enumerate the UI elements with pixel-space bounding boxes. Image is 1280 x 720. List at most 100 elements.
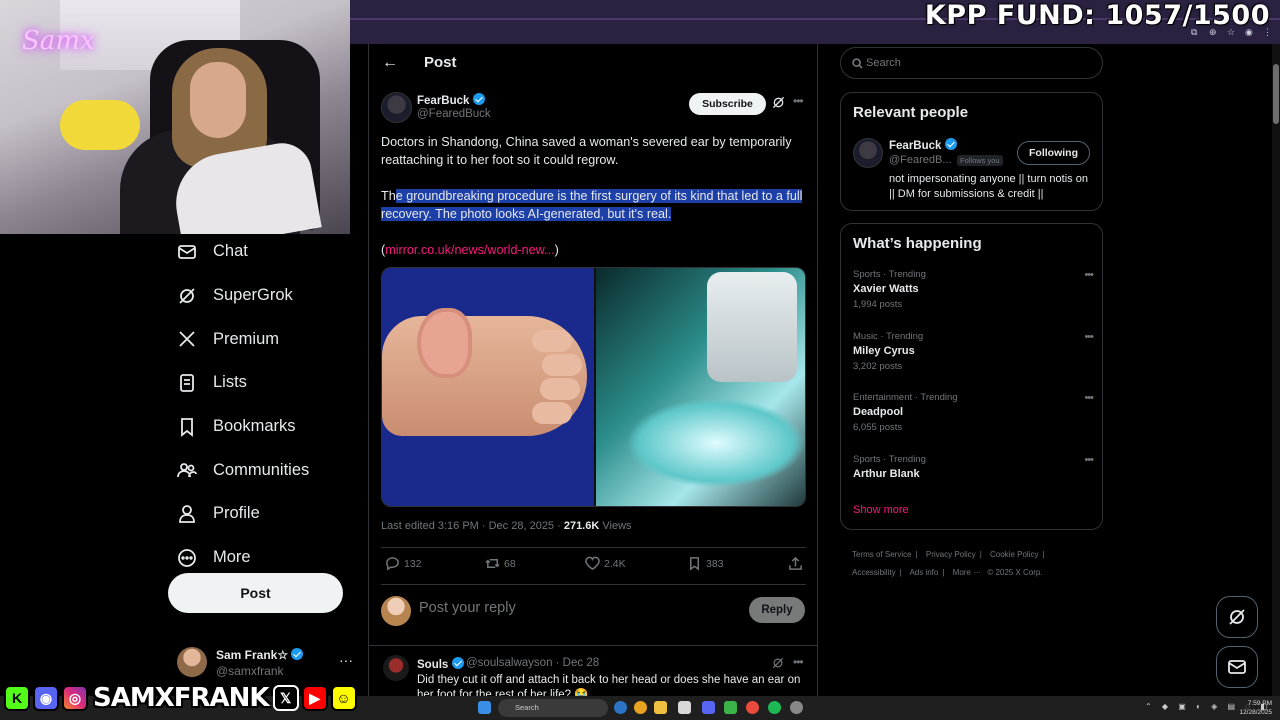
avatar[interactable] [853,138,883,168]
toe-shape [532,330,572,352]
verified-badge-icon [472,93,485,105]
trend-more-icon[interactable]: ••• [1084,269,1094,281]
nav-label: Chat [213,242,248,261]
scrollbar-thumb[interactable] [1273,64,1279,124]
post-header: ← Post [369,44,818,84]
trend-count: 1,994 posts [853,299,903,310]
footer-link[interactable]: Privacy Policy [926,550,976,559]
bookmark-action[interactable]: 383 [687,556,724,571]
nav-item-lists[interactable]: Lists [168,361,348,405]
folder-icon[interactable] [654,701,667,714]
trend-count: 3,202 posts [853,361,903,372]
bookmark-icon [181,417,193,437]
person-handle[interactable]: @FearedB... [889,154,952,166]
trend-item[interactable]: Music · Trending Miley Cyrus 3,202 posts… [853,331,1094,372]
reply-action[interactable]: 132 [385,556,422,571]
trend-name: Arthur Blank [853,468,920,480]
nav-item-communities[interactable]: Communities [168,448,348,492]
clock-date: 12/28/2025 [1239,709,1272,716]
trend-name: Deadpool [853,406,904,418]
start-icon[interactable] [478,701,491,714]
messages-float-button[interactable] [1216,646,1258,688]
trend-item[interactable]: Entertainment · Trending Deadpool 6,055 … [853,392,1094,433]
back-arrow-icon[interactable]: ← [382,54,398,72]
obs-icon[interactable] [724,701,737,714]
surgical-lamp-shape [707,272,797,382]
tweet-media[interactable] [381,267,806,507]
search-input[interactable]: Search [840,47,1103,79]
author-handle[interactable]: @FearedBuck [417,108,491,120]
edited-timestamp[interactable]: Last edited 3:16 PM · Dec 28, 2025 · [381,520,564,532]
grok-float-button[interactable] [1216,596,1258,638]
reply-author-handle[interactable]: @soulsalwayson · Dec 28 [466,657,599,669]
account-name: Sam Frank☆ [216,648,304,662]
toe-shape [540,378,580,400]
nav-item-supergrok[interactable]: SuperGrok [168,274,348,318]
nav-item-chat[interactable]: Chat [168,230,348,274]
media-image-surgery[interactable] [594,268,805,506]
share-icon [789,556,802,570]
article-link[interactable]: mirror.co.uk/news/world-new... [385,243,554,257]
footer-link[interactable]: More ··· [953,568,981,577]
author-avatar[interactable] [381,92,412,123]
relevant-people-panel: Relevant people FearBuck @FearedB... Fol… [840,92,1103,211]
tweet-link-line: (mirror.co.uk/news/world-new...) [381,241,809,259]
reply-author-name[interactable]: Souls [417,657,464,671]
tweet-meta: Last edited 3:16 PM · Dec 28, 2025 · 271… [381,520,632,532]
reply-count: 132 [404,557,422,570]
list-icon [180,374,194,392]
following-button[interactable]: Following [1017,141,1090,165]
avatar [177,647,207,677]
taskbar-search[interactable]: Search [498,699,608,717]
reply-author-avatar[interactable] [383,655,409,681]
reply-button[interactable]: Reply [749,597,805,623]
footer-link[interactable]: Accessibility [852,568,896,577]
nav-item-profile[interactable]: Profile [168,492,348,536]
like-count: 2.4K [604,557,626,570]
account-handle: @samxfrank [216,664,284,678]
trend-item[interactable]: Sports · Trending Arthur Blank ••• [853,454,1094,480]
page-scrollbar[interactable] [1272,44,1280,696]
footer-link[interactable]: Terms of Service [852,550,912,559]
taskbar-clock[interactable]: 7:59 PM 12/28/2025 [1239,699,1272,717]
tweet-actions: 132 68 2.4K 383 [385,556,810,576]
settings-icon[interactable] [790,701,803,714]
social-handle: SAMXFRANK [93,683,270,713]
subscribe-button[interactable]: Subscribe [689,93,766,115]
nav-item-bookmarks[interactable]: Bookmarks [168,405,348,449]
person-name[interactable]: FearBuck [889,138,957,152]
author-name[interactable]: FearBuck [417,93,485,107]
avatar [381,596,411,626]
browser-icon[interactable] [746,701,759,714]
trend-item[interactable]: Sports · Trending Xavier Watts 1,994 pos… [853,269,1094,310]
grok-explain-icon[interactable] [772,96,785,109]
like-action[interactable]: 2.4K [585,556,626,571]
footer-link[interactable]: Cookie Policy [990,550,1038,559]
page-title: Post [424,54,457,71]
post-button[interactable]: Post [168,573,343,613]
trend-more-icon[interactable]: ••• [1084,454,1094,466]
chrome-icon[interactable] [634,701,647,714]
show-more-link[interactable]: Show more [853,504,909,516]
trend-more-icon[interactable]: ••• [1084,331,1094,343]
reply-input[interactable]: Post your reply [419,600,719,620]
discord-app-icon[interactable] [702,701,715,714]
toe-shape [532,402,572,424]
account-switcher[interactable]: Sam Frank☆ @samxfrank ··· [177,646,357,680]
more-options-icon[interactable]: ••• [793,94,804,108]
nav-item-premium[interactable]: Premium [168,317,348,361]
trend-more-icon[interactable]: ••• [1084,392,1094,404]
trend-name: Miley Cyrus [853,345,915,357]
trend-context: Entertainment · Trending [853,392,958,403]
paren-close: ) [554,243,559,257]
grok-explain-icon[interactable] [772,657,784,669]
spotify-icon[interactable] [768,701,781,714]
share-action[interactable] [788,556,807,571]
media-image-ear-on-foot[interactable] [382,268,594,506]
account-menu-icon[interactable]: ··· [339,652,353,668]
footer-link[interactable]: Ads info [909,568,938,577]
repost-action[interactable]: 68 [485,556,516,571]
edge-icon[interactable] [614,701,627,714]
store-icon[interactable] [678,701,691,714]
reply-more-icon[interactable]: ••• [793,655,804,669]
